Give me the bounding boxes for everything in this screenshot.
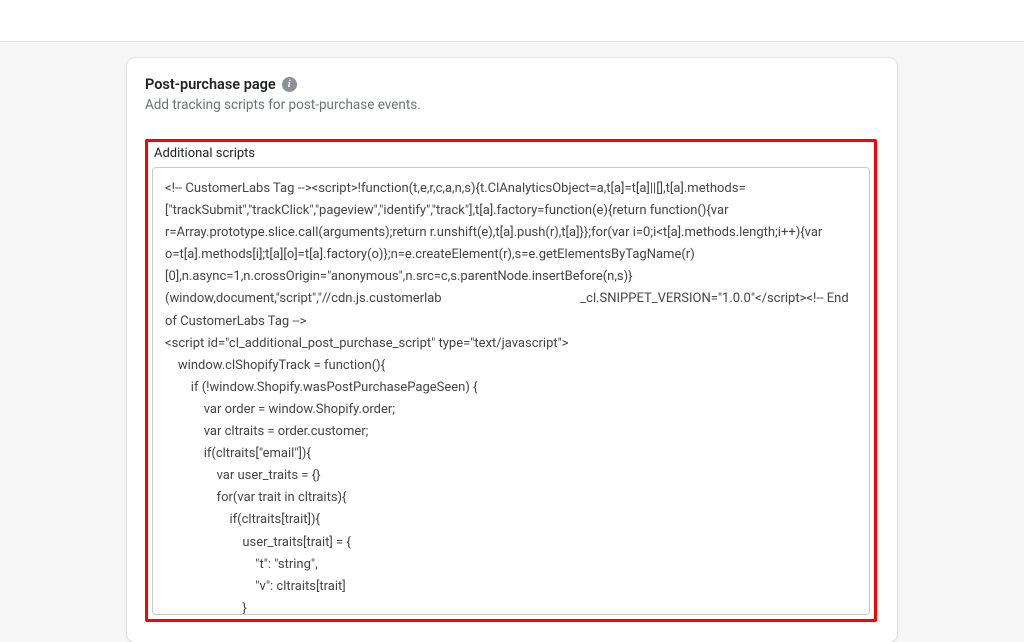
additional-scripts-highlight: Additional scripts <!-- CustomerLabs Tag…	[145, 139, 877, 622]
card-header: Post-purchase page i	[145, 76, 877, 93]
post-purchase-card: Post-purchase page i Add tracking script…	[127, 58, 897, 642]
top-bar	[0, 0, 1024, 42]
main-container: Post-purchase page i Add tracking script…	[0, 42, 1024, 642]
additional-scripts-label: Additional scripts	[152, 146, 870, 161]
card-title: Post-purchase page	[145, 76, 276, 93]
additional-scripts-textarea[interactable]: <!-- CustomerLabs Tag --><script>!functi…	[152, 167, 870, 615]
info-icon[interactable]: i	[282, 77, 297, 92]
card-subtitle: Add tracking scripts for post-purchase e…	[145, 97, 877, 113]
